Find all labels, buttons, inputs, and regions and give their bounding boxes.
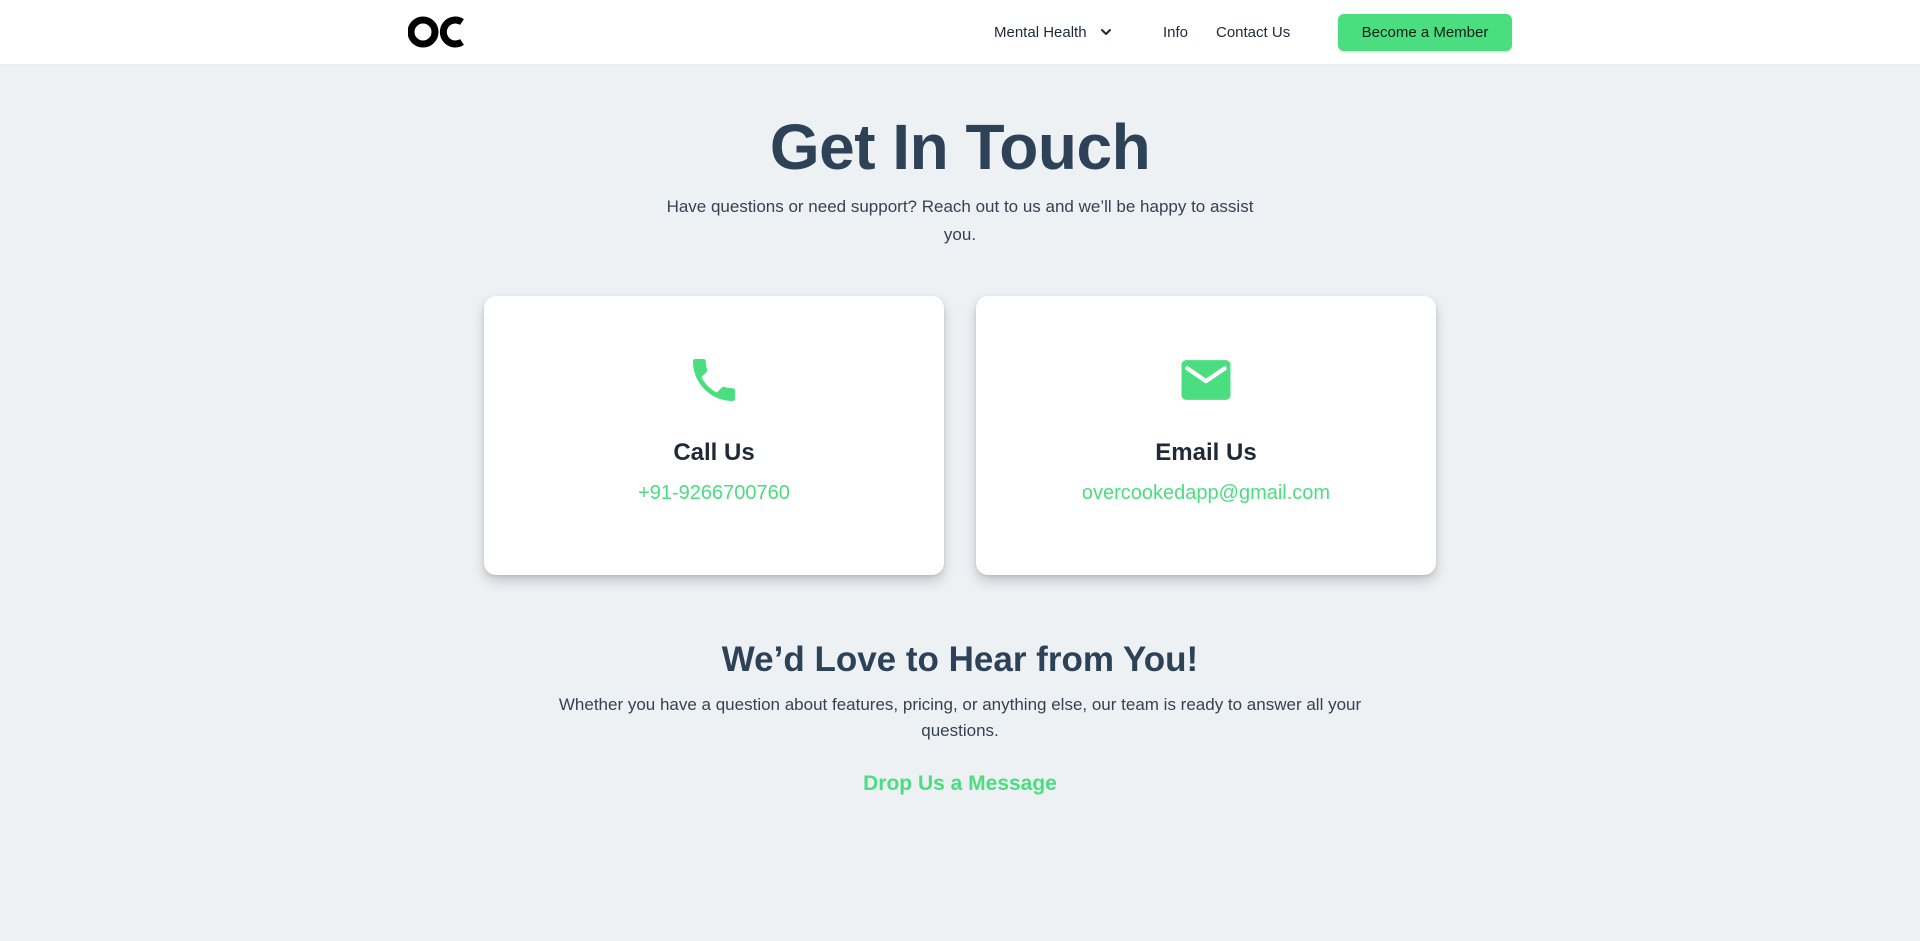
- message-section-title: We’d Love to Hear from You!: [721, 640, 1199, 679]
- phone-icon: [693, 359, 735, 401]
- email-us-card: Email Us overcookedapp@gmail.com: [976, 296, 1436, 575]
- drop-message-link[interactable]: Drop Us a Message: [0, 772, 1920, 796]
- top-navbar: Mental Health Info Contact Us Become a M…: [0, 0, 1920, 64]
- chevron-down-icon: [1100, 29, 1111, 35]
- oc-logo[interactable]: [408, 12, 468, 52]
- nav-mental-health-dropdown[interactable]: Mental Health: [994, 0, 1113, 64]
- page-subtitle: Have questions or need support? Reach ou…: [666, 197, 1254, 244]
- envelope-icon: [1181, 360, 1231, 400]
- message-section-subtitle: Whether you have a question about featur…: [558, 695, 1362, 740]
- email-address-link[interactable]: overcookedapp@gmail.com: [976, 482, 1436, 505]
- page-title: Get In Touch: [769, 111, 1151, 183]
- nav-info-link[interactable]: Info: [1163, 0, 1188, 64]
- nav-contact-link[interactable]: Contact Us: [1216, 0, 1290, 64]
- nav-mental-health-label: Mental Health: [994, 23, 1087, 41]
- call-us-card: Call Us +91-9266700760: [484, 296, 944, 575]
- email-us-title: Email Us: [1155, 439, 1257, 466]
- become-member-button[interactable]: Become a Member: [1338, 14, 1512, 51]
- call-us-title: Call Us: [673, 439, 755, 466]
- phone-number-link[interactable]: +91-9266700760: [484, 482, 944, 505]
